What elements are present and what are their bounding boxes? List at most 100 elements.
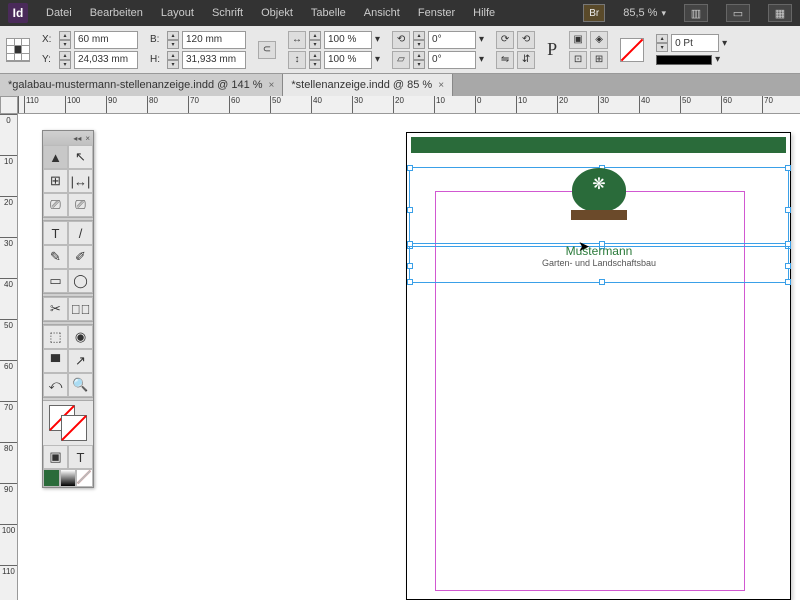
- content-collector-tool[interactable]: ⎚: [43, 193, 68, 217]
- tab-stellenanzeige[interactable]: *stellenanzeige.indd @ 85 %×: [283, 74, 453, 96]
- rotate-cw-icon[interactable]: ⟳: [496, 31, 514, 49]
- gradient-feather-tool[interactable]: ◉: [68, 325, 93, 349]
- ruler-origin[interactable]: [0, 96, 18, 114]
- y-input[interactable]: 24,033 mm: [74, 51, 138, 69]
- panel-header[interactable]: ◂◂×: [43, 131, 93, 145]
- fit-content-icon[interactable]: ⊡: [569, 51, 587, 69]
- scale-y-icon: ↕: [288, 51, 306, 69]
- page[interactable]: ❋ Mustermann Garten- und Landschaftsbau: [406, 132, 791, 600]
- rotate-ccw-icon[interactable]: ⟲: [517, 31, 535, 49]
- chevron-down-icon: ▾: [661, 8, 666, 19]
- ruler-vertical[interactable]: 0102030405060708090100110: [0, 114, 18, 600]
- eyedropper-tool[interactable]: ↗: [68, 349, 93, 373]
- x-label: X:: [42, 34, 56, 45]
- menu-schrift[interactable]: Schrift: [212, 7, 243, 19]
- select-container-icon[interactable]: ▣: [569, 31, 587, 49]
- h-label: H:: [150, 54, 164, 65]
- stroke-style[interactable]: [656, 55, 712, 65]
- stroke-stepper[interactable]: ▴▾: [656, 34, 668, 52]
- menu-objekt[interactable]: Objekt: [261, 7, 293, 19]
- title-frame[interactable]: Mustermann Garten- und Landschaftsbau: [409, 243, 789, 283]
- link-wh-icon[interactable]: ⊂: [258, 41, 276, 59]
- rotate-icon: ⟲: [392, 31, 410, 49]
- w-stepper[interactable]: ▴▾: [167, 31, 179, 49]
- fit-frame-icon[interactable]: ⊞: [590, 51, 608, 69]
- direct-selection-tool[interactable]: ↖: [68, 145, 93, 169]
- pencil-tool[interactable]: ✐: [68, 245, 93, 269]
- header-band[interactable]: [411, 137, 786, 153]
- flip-h-icon[interactable]: ⇋: [496, 51, 514, 69]
- close-icon[interactable]: ×: [438, 80, 444, 91]
- close-icon[interactable]: ×: [85, 134, 90, 143]
- scale-y-input[interactable]: 100 %: [324, 51, 372, 69]
- menu-layout[interactable]: Layout: [161, 7, 194, 19]
- note-tool[interactable]: ▀: [43, 349, 68, 373]
- rotate-stepper[interactable]: ▴▾: [413, 31, 425, 49]
- zoom-display[interactable]: 85,5 %▾: [623, 7, 666, 19]
- gap-tool[interactable]: |↔|: [68, 169, 93, 193]
- scale-x-input[interactable]: 100 %: [324, 31, 372, 49]
- x-input[interactable]: 60 mm: [74, 31, 138, 49]
- y-label: Y:: [42, 54, 56, 65]
- logo-frame[interactable]: ❋: [409, 167, 789, 247]
- y-stepper[interactable]: ▴▾: [59, 51, 71, 69]
- close-icon[interactable]: ×: [269, 80, 275, 91]
- menu-bearbeiten[interactable]: Bearbeiten: [90, 7, 143, 19]
- canvas[interactable]: ❋ Mustermann Garten- und Landschaftsbau …: [18, 114, 800, 600]
- company-subtitle: Garten- und Landschaftsbau: [410, 258, 788, 268]
- menu-ansicht[interactable]: Ansicht: [364, 7, 400, 19]
- apply-gradient[interactable]: [60, 469, 77, 487]
- line-tool[interactable]: /: [68, 221, 93, 245]
- h-input[interactable]: 31,933 mm: [182, 51, 246, 69]
- control-bar: X:▴▾60 mm Y:▴▾24,033 mm B:▴▾120 mm H:▴▾3…: [0, 26, 800, 74]
- menu-datei[interactable]: Datei: [46, 7, 72, 19]
- rotate-input[interactable]: 0°: [428, 31, 476, 49]
- apply-color[interactable]: [43, 469, 60, 487]
- screen-mode-icon[interactable]: ▭: [726, 4, 750, 22]
- tree-icon: ❋: [592, 174, 605, 194]
- hand-tool[interactable]: ⤺: [43, 373, 68, 397]
- arrange-icon[interactable]: ▦: [768, 4, 792, 22]
- select-content-icon[interactable]: ◈: [590, 31, 608, 49]
- tab-galabau[interactable]: *galabau-mustermann-stellenanzeige.indd …: [0, 74, 283, 96]
- content-placer-tool[interactable]: ⎚: [68, 193, 93, 217]
- menu-hilfe[interactable]: Hilfe: [473, 7, 495, 19]
- fill-swatch[interactable]: [620, 38, 644, 62]
- tools-panel[interactable]: ◂◂× ▲↖ ⊞|↔| ⎚⎚ T/ ✎✐ ▭◯ ✂�⃞ ⬚◉ ▀↗ ⤺🔍 ▣T: [42, 130, 94, 488]
- h-stepper[interactable]: ▴▾: [167, 51, 179, 69]
- shear-input[interactable]: 0°: [428, 51, 476, 69]
- document-tabs: *galabau-mustermann-stellenanzeige.indd …: [0, 74, 800, 96]
- formatting-text-icon[interactable]: T: [68, 445, 93, 469]
- page-tool[interactable]: ⊞: [43, 169, 68, 193]
- type-tool[interactable]: T: [43, 221, 68, 245]
- apply-none[interactable]: [76, 469, 93, 487]
- fill-stroke-swatch[interactable]: [43, 401, 93, 445]
- stroke-weight-input[interactable]: 0 Pt: [671, 34, 719, 52]
- bridge-button[interactable]: Br: [583, 4, 605, 22]
- reference-point[interactable]: [6, 38, 30, 62]
- type-indicator-icon: P: [547, 39, 557, 60]
- shear-icon: ▱: [392, 51, 410, 69]
- scale-x-stepper[interactable]: ▴▾: [309, 31, 321, 49]
- gradient-swatch-tool[interactable]: ⬚: [43, 325, 68, 349]
- formatting-container-icon[interactable]: ▣: [43, 445, 68, 469]
- ellipse-tool[interactable]: ◯: [68, 269, 93, 293]
- view-mode-icon[interactable]: ▥: [684, 4, 708, 22]
- menu-fenster[interactable]: Fenster: [418, 7, 455, 19]
- pen-tool[interactable]: ✎: [43, 245, 68, 269]
- menu-tabelle[interactable]: Tabelle: [311, 7, 346, 19]
- x-stepper[interactable]: ▴▾: [59, 31, 71, 49]
- selection-tool[interactable]: ▲: [43, 145, 68, 169]
- scissors-tool[interactable]: ✂: [43, 297, 68, 321]
- flip-v-icon[interactable]: ⇵: [517, 51, 535, 69]
- scale-x-icon: ↔: [288, 31, 306, 49]
- w-input[interactable]: 120 mm: [182, 31, 246, 49]
- w-label: B:: [150, 34, 164, 45]
- rectangle-frame-tool[interactable]: ▭: [43, 269, 68, 293]
- scale-y-stepper[interactable]: ▴▾: [309, 51, 321, 69]
- ruler-horizontal[interactable]: 1101009080706050403020100102030405060708…: [18, 96, 800, 114]
- title-bar: Id Datei Bearbeiten Layout Schrift Objek…: [0, 0, 800, 26]
- shear-stepper[interactable]: ▴▾: [413, 51, 425, 69]
- free-transform-tool[interactable]: �⃞: [68, 297, 93, 321]
- zoom-tool[interactable]: 🔍: [68, 373, 93, 397]
